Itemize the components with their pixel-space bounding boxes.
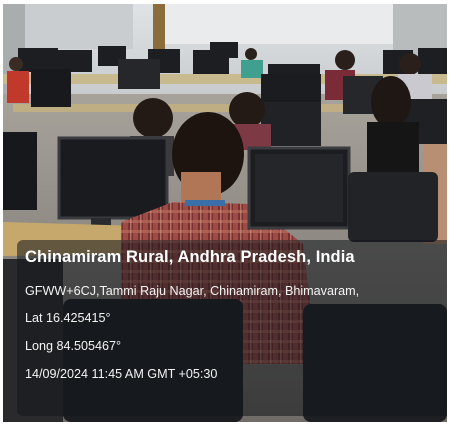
geotagged-photo: Chinamiram Rural, Andhra Pradesh, India … <box>3 4 447 422</box>
latitude-line: Lat 16.425415° <box>25 311 111 325</box>
address-line: GFWW+6CJ,Tammi Raju Nagar, Chinamiram, B… <box>25 284 360 298</box>
timestamp-line: 14/09/2024 11:45 AM GMT +05:30 <box>25 367 218 381</box>
geotag-caption: Chinamiram Rural, Andhra Pradesh, India … <box>17 240 447 416</box>
longitude-line: Long 84.505467° <box>25 339 122 353</box>
location-title: Chinamiram Rural, Andhra Pradesh, India <box>25 248 355 266</box>
